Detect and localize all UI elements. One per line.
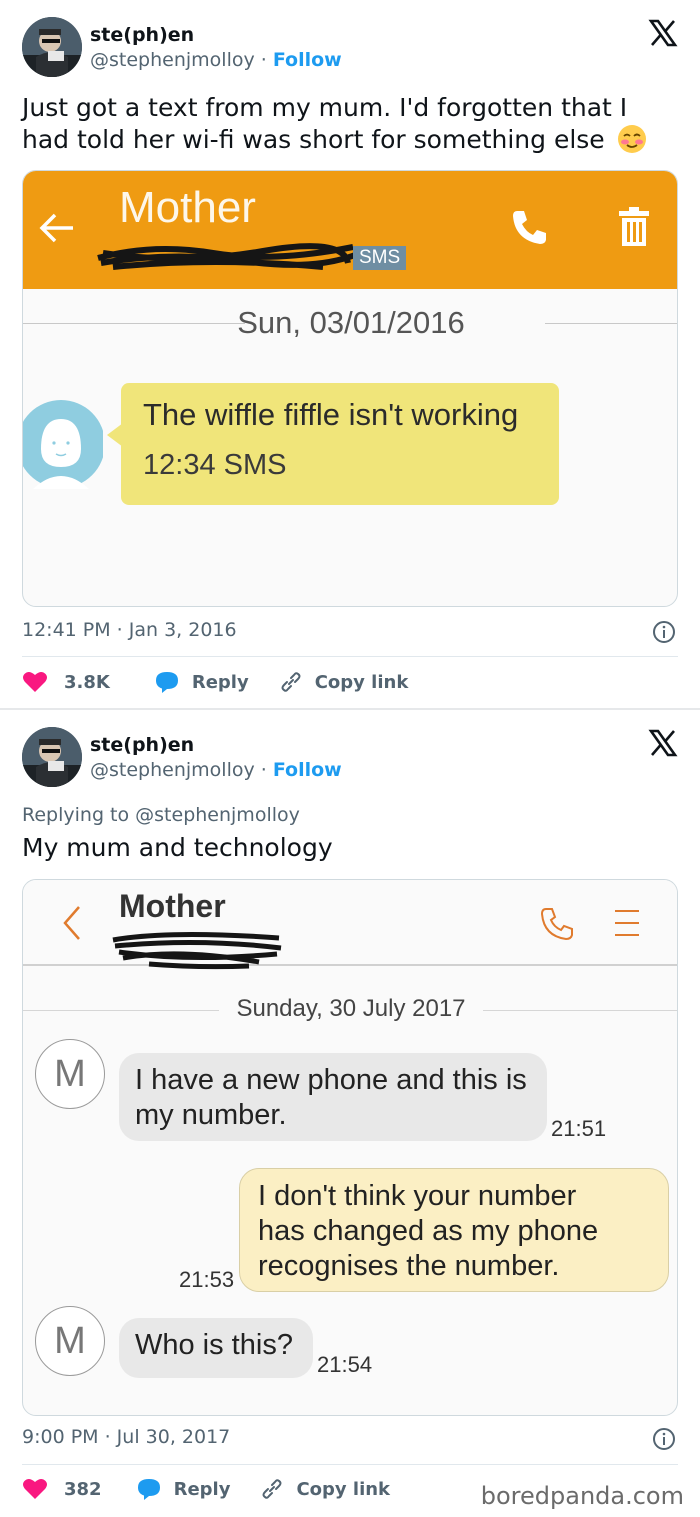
author-name[interactable]: ste(ph)en [90, 24, 194, 46]
reply-label: Reply [173, 1478, 231, 1500]
screenshot-sms-orange[interactable]: Mother SMS Sun, 03/01/2016 The wiffle fi… [22, 170, 678, 607]
author-handle[interactable]: @stephenjmolloy [90, 759, 255, 781]
back-chevron-icon [63, 906, 80, 940]
contact-name: Mother [119, 888, 226, 924]
reply-bubble-icon [155, 672, 178, 693]
message-time: 21:54 [317, 1352, 373, 1377]
reply-button[interactable]: Reply [154, 670, 249, 694]
tweet-timestamp[interactable]: 12:41 PM · Jan 3, 2016 [22, 619, 237, 641]
author-avatar[interactable] [22, 17, 82, 77]
message-line: I don't think your number [258, 1180, 577, 1212]
author-handle-line: @stephenjmolloy · Follow [90, 759, 342, 781]
back-arrow-icon [39, 213, 73, 243]
tweet-text-body: Just got a text from my mum. I'd forgott… [22, 93, 628, 154]
sms-app-header: Mother SMS [23, 171, 677, 289]
copy-link-button[interactable]: Copy link [279, 670, 409, 694]
redaction-scribble [112, 931, 282, 970]
incoming-message-bubble: The wiffle fiffle isn't working 12:34 SM… [107, 383, 559, 505]
copy-link-label: Copy link [296, 1478, 391, 1500]
author-avatar[interactable] [22, 727, 82, 787]
like-button[interactable]: 3.8K [22, 670, 110, 694]
incoming-message-bubble: Who is this? [119, 1318, 313, 1378]
message-line: recognises the number. [258, 1250, 560, 1282]
reply-button[interactable]: Reply [136, 1477, 231, 1501]
message-time: 21:51 [551, 1116, 607, 1141]
phone-outline-icon [540, 908, 573, 941]
message-line: my number. [135, 1099, 287, 1131]
blushing-face-icon [617, 125, 646, 153]
sms-tag: SMS [353, 246, 407, 270]
message-line: has changed as my phone [258, 1215, 599, 1247]
follow-button[interactable]: Follow [273, 49, 342, 71]
incoming-message-bubble: I have a new phone and this is my number… [119, 1053, 547, 1141]
bubble-tail [107, 423, 123, 447]
link-icon [262, 1479, 282, 1499]
x-logo-icon[interactable] [648, 18, 678, 48]
like-count: 382 [64, 1478, 102, 1500]
contact-avatar-icon [23, 400, 103, 489]
reply-label: Reply [191, 671, 249, 693]
trash-icon [619, 207, 649, 246]
tweet-timestamp[interactable]: 9:00 PM · Jul 30, 2017 [22, 1426, 230, 1448]
tweet-text: Just got a text from my mum. I'd forgott… [22, 92, 670, 156]
phone-icon [513, 211, 546, 244]
replying-to[interactable]: Replying to @stephenjmolloy [22, 804, 300, 826]
author-handle[interactable]: @stephenjmolloy [90, 49, 255, 71]
copy-link-label: Copy link [314, 671, 409, 693]
messages-app-header: Mother [23, 880, 677, 970]
x-logo-icon[interactable] [648, 728, 678, 758]
tweet-actions: 3.8K Reply Copy link [22, 668, 408, 696]
copy-link-button[interactable]: Copy link [260, 1477, 390, 1501]
author-name[interactable]: ste(ph)en [90, 734, 194, 756]
separator: · [254, 759, 273, 781]
author-handle-line: @stephenjmolloy · Follow [90, 49, 342, 71]
tweet-2: ste(ph)en @stephenjmolloy · Follow Reply… [0, 710, 700, 1517]
contact-avatar: M [35, 1306, 105, 1376]
action-divider [22, 656, 678, 657]
conversation-date: Sun, 03/01/2016 [237, 305, 465, 340]
message-time: 21:53 [179, 1267, 235, 1292]
conversation-date: Sunday, 30 July 2017 [236, 995, 466, 1022]
menu-icon [615, 910, 639, 936]
contact-name: Mother [119, 183, 256, 232]
heart-icon [23, 1479, 47, 1499]
action-divider [22, 1464, 678, 1465]
message-line: Who is this? [135, 1329, 293, 1361]
like-count: 3.8K [64, 671, 110, 693]
tweet-text: My mum and technology [22, 833, 333, 862]
separator: · [254, 49, 273, 71]
message-time: 12:34 SMS [143, 449, 287, 481]
reply-bubble-icon [137, 1479, 160, 1500]
info-icon[interactable] [652, 620, 676, 644]
heart-icon [23, 672, 47, 692]
tweet-actions: 382 Reply Copy link [22, 1475, 390, 1503]
message-line: I have a new phone and this is [135, 1064, 527, 1096]
screenshot-messages-grey[interactable]: Mother Sunday, 30 July 2017 M I have a n… [22, 879, 678, 1416]
link-icon [281, 672, 301, 692]
info-icon[interactable] [652, 1427, 676, 1451]
follow-button[interactable]: Follow [273, 759, 342, 781]
message-text: The wiffle fiffle isn't working [143, 397, 519, 432]
contact-avatar: M [35, 1039, 105, 1109]
boredpanda-watermark: boredpanda.com [480, 1482, 684, 1510]
outgoing-message-bubble: I don't think your number has changed as… [239, 1168, 669, 1292]
tweet-1: ste(ph)en @stephenjmolloy · Follow Just … [0, 0, 700, 708]
redaction-scribble [97, 243, 357, 270]
like-button[interactable]: 382 [22, 1477, 102, 1501]
